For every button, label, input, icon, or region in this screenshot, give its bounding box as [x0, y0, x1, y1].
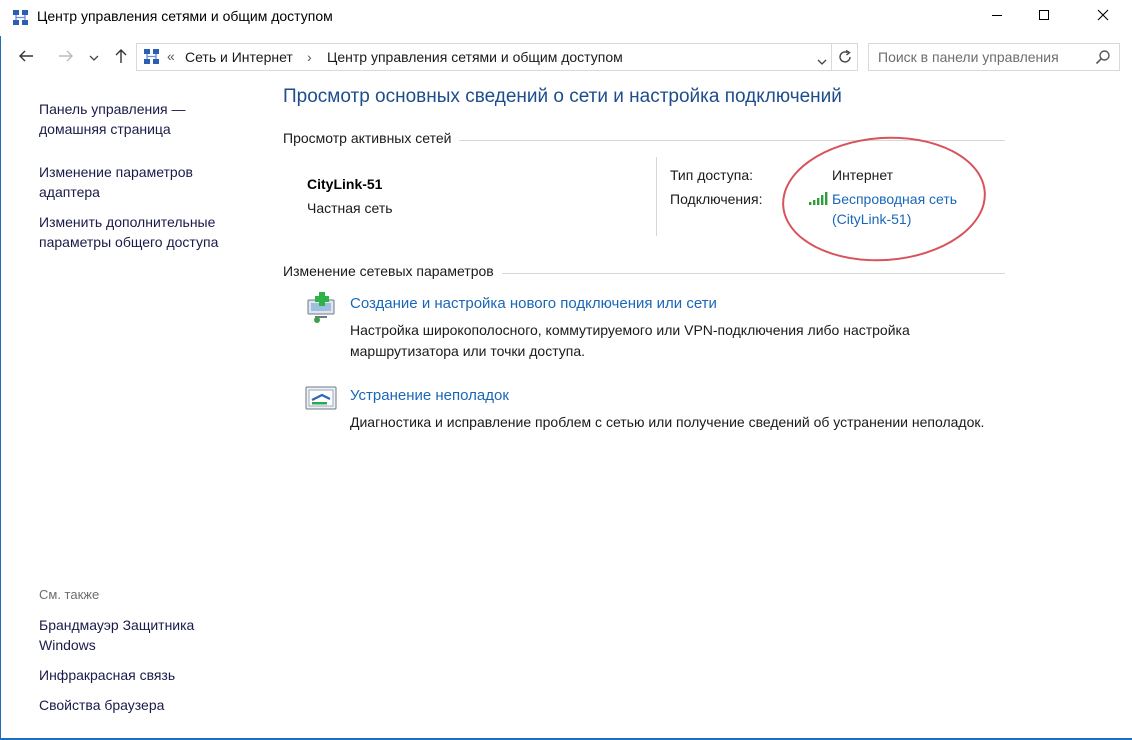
breadcrumb-separator[interactable]: ›: [307, 49, 312, 65]
section-change-settings: Изменение сетевых параметров: [283, 263, 502, 279]
see-also-link-browser-properties[interactable]: Свойства браузера: [39, 695, 259, 715]
control-panel-icon: [143, 48, 161, 71]
address-bar[interactable]: « Сеть и Интернет › Центр управления сет…: [136, 43, 858, 71]
task-link-new-connection[interactable]: Создание и настройка нового подключения …: [350, 295, 717, 312]
task-desc-troubleshoot: Диагностика и исправление проблем с сеть…: [350, 414, 985, 430]
recent-locations-button[interactable]: [84, 44, 104, 72]
see-also-link-firewall[interactable]: Брандмауэр Защитника Windows: [39, 615, 259, 655]
see-also-label: См. также: [39, 587, 100, 602]
close-icon: [1097, 8, 1109, 26]
section-active-networks: Просмотр активных сетей: [283, 130, 460, 146]
up-button[interactable]: [109, 44, 133, 72]
close-button[interactable]: [1080, 0, 1126, 34]
minimize-button[interactable]: [974, 0, 1020, 34]
page-title: Просмотр основных сведений о сети и наст…: [283, 86, 842, 107]
connections-label: Подключения:: [670, 191, 763, 207]
address-divider: [831, 44, 832, 70]
search-input[interactable]: Поиск в панели управления: [878, 49, 1059, 65]
back-button[interactable]: [14, 44, 38, 72]
task-desc-new-connection: Настройка широкополосного, коммутируемог…: [350, 322, 910, 359]
sidebar-link-sharing-settings[interactable]: Изменить дополнительные параметры общего…: [39, 212, 259, 252]
breadcrumb-network-center[interactable]: Центр управления сетями и общим доступом: [327, 49, 623, 65]
search-icon[interactable]: [1095, 49, 1111, 70]
refresh-icon: [837, 49, 853, 69]
search-box[interactable]: Поиск в панели управления: [868, 43, 1120, 71]
maximize-button[interactable]: [1021, 0, 1067, 34]
sidebar-link-adapter-settings[interactable]: Изменение параметров адаптера: [39, 162, 259, 202]
sidebar-link-home[interactable]: Панель управления — домашняя страница: [39, 99, 259, 139]
task-link-troubleshoot[interactable]: Устранение неполадок: [350, 387, 509, 404]
window-title: Центр управления сетями и общим доступом: [37, 8, 333, 24]
chevron-down-icon: [89, 49, 99, 67]
chevron-down-icon: [817, 53, 827, 70]
access-type-label: Тип доступа:: [670, 167, 754, 183]
forward-button[interactable]: [54, 44, 78, 72]
troubleshoot-icon: [305, 385, 337, 418]
annotation-circle: [777, 130, 991, 268]
network-center-icon: [12, 9, 30, 27]
see-also-link-infrared[interactable]: Инфракрасная связь: [39, 665, 259, 685]
arrow-up-icon: [114, 48, 128, 69]
title-bar: Центр управления сетями и общим доступом: [0, 0, 1132, 36]
network-divider: [656, 157, 657, 236]
new-connection-icon: [305, 291, 339, 330]
address-dropdown-button[interactable]: [817, 53, 827, 71]
refresh-button[interactable]: [837, 49, 853, 70]
arrow-left-icon: [18, 49, 34, 68]
breadcrumb-network-internet[interactable]: Сеть и Интернет: [185, 49, 293, 65]
breadcrumb-overflow[interactable]: «: [167, 48, 175, 64]
window-left-border: [0, 0, 1, 740]
minimize-icon: [991, 8, 1003, 26]
arrow-right-icon: [58, 49, 74, 68]
network-type[interactable]: Частная сеть: [307, 200, 393, 216]
network-name: CityLink-51: [307, 176, 383, 192]
maximize-icon: [1038, 8, 1050, 26]
